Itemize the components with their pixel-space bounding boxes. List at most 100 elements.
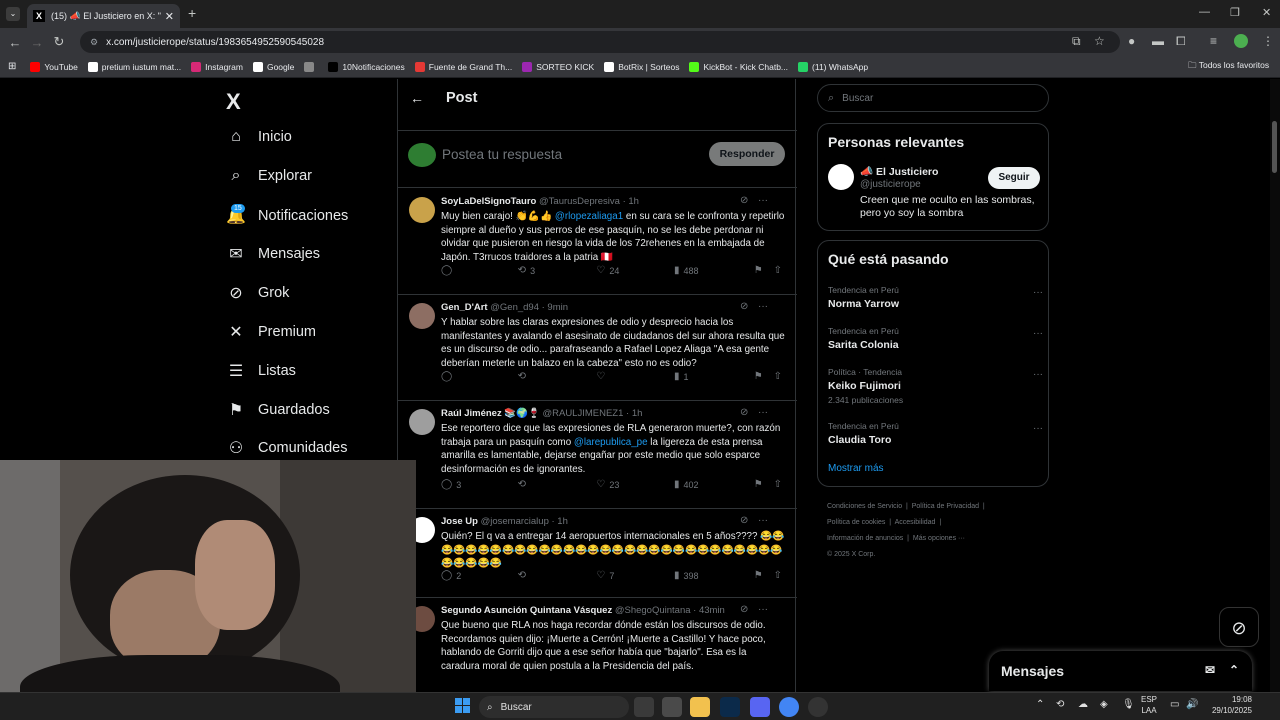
app-tray-icon[interactable]: ◈ — [1100, 699, 1108, 710]
like-action[interactable]: ♡ 7 — [596, 570, 674, 581]
bookmark-action[interactable]: ⚑ — [754, 371, 774, 382]
close-window-icon[interactable]: ✕ — [1262, 6, 1271, 19]
sync-icon[interactable]: ⟲ — [1056, 699, 1064, 710]
bookmark-item[interactable]: Fuente de Grand Th... — [414, 61, 512, 72]
photoshop-icon[interactable] — [720, 697, 740, 717]
bookmark-item[interactable]: Instagram — [191, 61, 243, 72]
more-options-icon[interactable]: ··· — [1033, 287, 1043, 298]
repost-action[interactable]: ⟲ — [518, 479, 597, 490]
media-icon[interactable]: ≡ — [1210, 34, 1217, 48]
network-icon[interactable]: ▭ — [1170, 699, 1179, 710]
nav-item-mensajes[interactable]: ✉ Mensajes — [226, 244, 320, 264]
grok-button[interactable]: ⊘ — [1219, 607, 1259, 647]
cloud-icon[interactable]: ☁ — [1078, 699, 1088, 710]
more-options-icon[interactable]: ··· — [758, 407, 768, 418]
scrollbar-thumb[interactable] — [1272, 121, 1277, 173]
footer-cookies[interactable]: Política de cookies — [827, 519, 885, 526]
tweet-handle[interactable]: @Gen_d94 · 9min — [490, 302, 568, 313]
follow-button[interactable]: Seguir — [988, 167, 1040, 189]
bookmark-item[interactable]: KickBot - Kick Chatb... — [689, 61, 788, 72]
share-action[interactable]: ⇧ — [774, 570, 786, 581]
repost-action[interactable]: ⟲ 3 — [518, 265, 597, 276]
address-bar[interactable]: ⚙ x.com/justicierope/status/198365495259… — [80, 31, 1120, 53]
discord-icon[interactable] — [750, 697, 770, 717]
bookmark-action[interactable]: ⚑ — [754, 479, 774, 490]
tweet[interactable]: Gen_D'Art @Gen_d94 · 9min ⊘ ··· Y hablar… — [398, 295, 797, 401]
like-action[interactable]: ♡ 23 — [596, 479, 674, 490]
share-action[interactable]: ⇧ — [774, 265, 786, 276]
grok-icon[interactable]: ⊘ — [740, 515, 748, 526]
profile-avatar[interactable] — [1234, 34, 1248, 48]
tweet-author[interactable]: Gen_D'Art — [441, 302, 488, 313]
nav-item-inicio[interactable]: ⌂ Inicio — [226, 128, 292, 146]
more-options-icon[interactable]: ··· — [1033, 328, 1043, 339]
star-icon[interactable]: ☆ — [1094, 34, 1105, 48]
tab-close-icon[interactable]: ✕ — [165, 10, 174, 23]
reply-action[interactable]: ◯ — [441, 371, 518, 382]
footer-more[interactable]: Más opciones ··· — [913, 535, 965, 542]
views-action[interactable]: ▮ 398 — [674, 570, 754, 581]
nav-item-explorar[interactable]: ⌕ Explorar — [226, 167, 312, 185]
nav-item-grok[interactable]: ⊘ Grok — [226, 283, 289, 303]
more-options-icon[interactable]: ··· — [1033, 369, 1043, 380]
more-options-icon[interactable]: ··· — [758, 604, 768, 615]
more-options-icon[interactable]: ··· — [758, 515, 768, 526]
site-info-icon[interactable]: ⚙ — [90, 37, 98, 48]
avatar[interactable] — [409, 409, 435, 435]
trend-item[interactable]: Tendencia en Perú Norma Yarrow ··· — [828, 285, 1043, 313]
bookmark-item[interactable]: pretium iustum mat... — [87, 61, 181, 72]
more-options-icon[interactable]: ··· — [1033, 423, 1043, 434]
bookmark-action[interactable]: ⚑ — [754, 570, 774, 581]
mention-link[interactable]: @rlopezaliaga1 — [555, 211, 623, 222]
new-message-icon[interactable]: ✉ — [1205, 663, 1215, 677]
tweet-handle[interactable]: @ShegoQuintana · 43min — [615, 605, 725, 616]
reply-button[interactable]: Responder — [709, 142, 785, 166]
clock[interactable]: 19:08 29/10/2025 — [1206, 694, 1252, 716]
bookmark-item[interactable]: Google — [252, 61, 294, 72]
taskbar-search[interactable]: ⌕ Buscar — [479, 696, 629, 718]
menu-icon[interactable]: ⋮ — [1262, 34, 1274, 48]
bookmark-action[interactable]: ⚑ — [754, 265, 774, 276]
share-action[interactable]: ⇧ — [774, 371, 786, 382]
grok-icon[interactable]: ⊘ — [740, 195, 748, 206]
like-action[interactable]: ♡ 24 — [596, 265, 674, 276]
mic-icon[interactable]: 🎙 — [1122, 699, 1135, 710]
trend-item[interactable]: Tendencia en Perú Sarita Colonia ··· — [828, 326, 1043, 354]
nav-item-guardados[interactable]: ⚑ Guardados — [226, 400, 330, 420]
grok-icon[interactable]: ⊘ — [740, 407, 748, 418]
views-action[interactable]: ▮ 488 — [674, 265, 754, 276]
trend-item[interactable]: Tendencia en Perú Claudia Toro ··· — [828, 421, 1043, 449]
tweet-handle[interactable]: @RAULJIMENEZ1 · 1h — [542, 408, 642, 419]
chrome-icon[interactable] — [779, 697, 799, 717]
nav-item-premium[interactable]: ✕ Premium — [226, 322, 316, 342]
extension-icon[interactable]: ● — [1128, 34, 1135, 48]
browser-tab[interactable]: X (15) 📣 El Justiciero en X: "Rafa ✕ — [27, 4, 180, 28]
extension-icon-2[interactable]: ▬ — [1152, 34, 1164, 48]
bookmark-item[interactable]: (11) WhatsApp — [798, 61, 868, 72]
footer-terms[interactable]: Condiciones de Servicio — [827, 503, 902, 510]
tweet-author[interactable]: Jose Up — [441, 516, 478, 527]
grok-icon[interactable]: ⊘ — [740, 301, 748, 312]
chevron-up-icon[interactable]: ⌃ — [1036, 699, 1044, 710]
bookmark-item[interactable]: SORTEO KICK — [522, 61, 594, 72]
nav-item-comunidades[interactable]: ⚇ Comunidades — [226, 438, 348, 458]
share-action[interactable]: ⇧ — [774, 479, 786, 490]
back-arrow-icon[interactable]: ← — [410, 90, 424, 106]
views-action[interactable]: ▮ 1 — [674, 371, 754, 382]
bookmark-item[interactable]: 10Notificaciones — [328, 61, 405, 72]
file-explorer-icon[interactable] — [690, 697, 710, 717]
more-options-icon[interactable]: ··· — [758, 301, 768, 312]
trend-item[interactable]: Política · Tendencia Keiko Fujimori 2.34… — [828, 367, 1043, 405]
restore-icon[interactable]: ❐ — [1230, 6, 1240, 19]
obs-icon[interactable] — [808, 697, 828, 717]
minimize-icon[interactable]: — — [1199, 6, 1210, 18]
volume-icon[interactable]: 🔊 — [1186, 699, 1198, 710]
bookmark-item[interactable]: YouTube — [30, 61, 78, 72]
reload-icon[interactable]: ↻ — [48, 34, 70, 50]
tweet-handle[interactable]: @josemarcialup · 1h — [481, 516, 568, 527]
back-icon[interactable]: ← — [4, 35, 26, 50]
tweet[interactable]: Raúl Jiménez 📚🌍🍷 @RAULJIMENEZ1 · 1h ⊘ ··… — [398, 401, 797, 509]
reply-action[interactable]: ◯ 2 — [441, 570, 518, 581]
repost-action[interactable]: ⟲ — [518, 570, 597, 581]
more-options-icon[interactable]: ··· — [758, 195, 768, 206]
